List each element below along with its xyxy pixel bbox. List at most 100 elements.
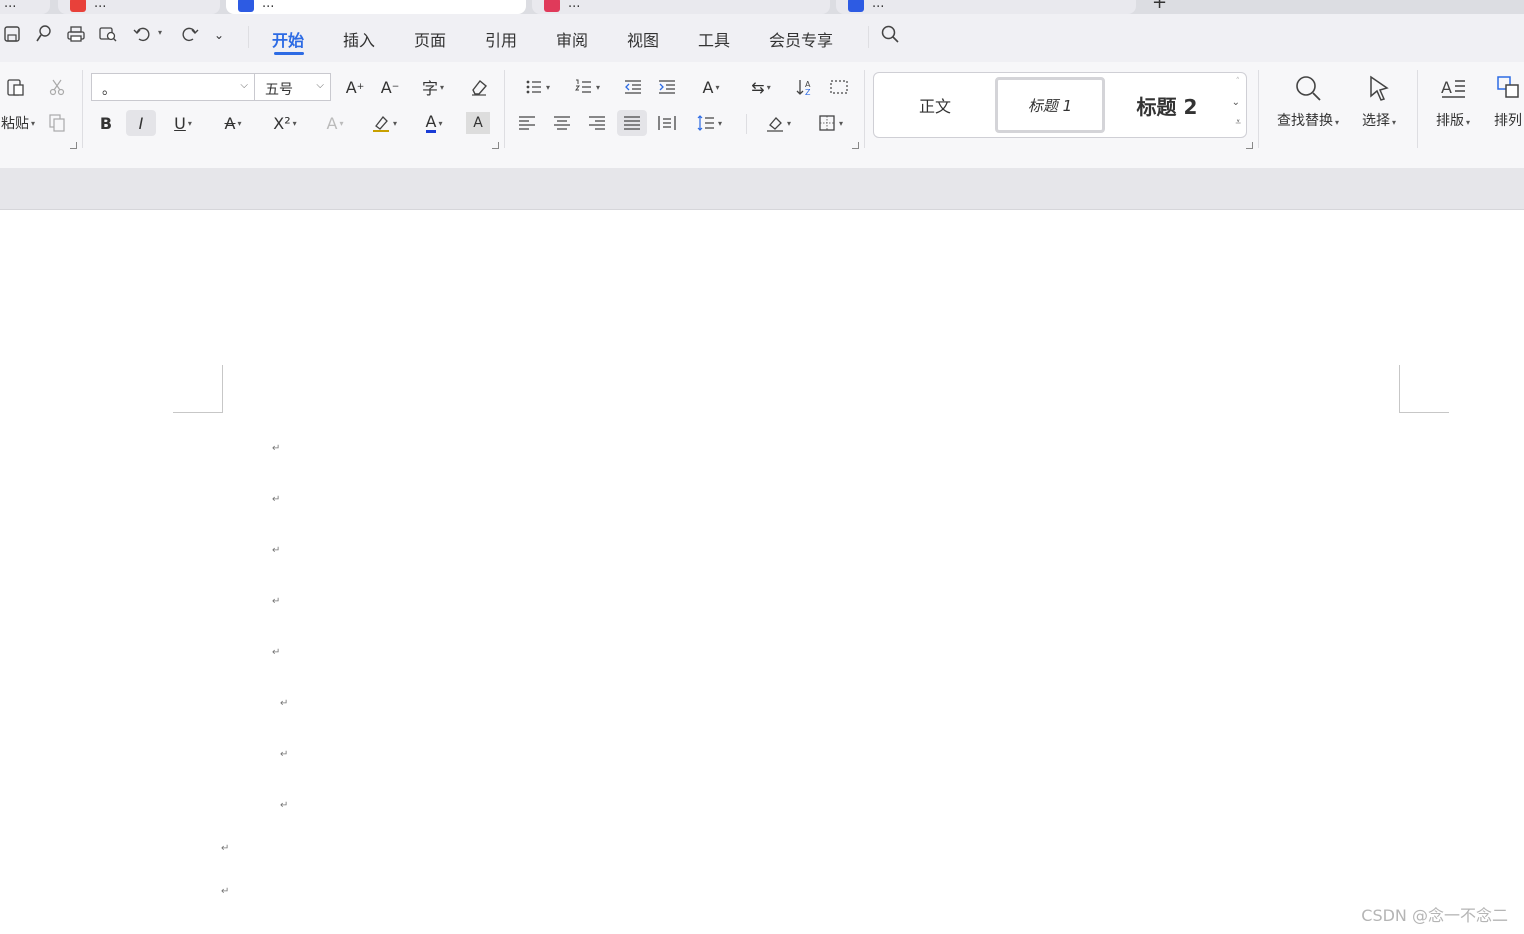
redo-icon[interactable] [180,24,202,46]
styles-expand-icon[interactable]: ⩡ [1235,117,1241,128]
copy-icon[interactable] [42,110,72,136]
menu-tab-review[interactable]: 审阅 [556,27,588,51]
show-hide-marks-icon[interactable] [824,74,854,100]
styles-dialog-launcher[interactable] [1246,142,1253,149]
bold-button[interactable]: B [91,110,121,136]
strikethrough-glyph: A [224,113,236,133]
menu-tab-view[interactable]: 视图 [627,27,659,51]
ppt-file-icon [544,0,560,12]
decrease-font-size-icon[interactable]: A − [375,74,405,100]
save-icon[interactable] [2,24,24,46]
menu-tab-member[interactable]: 会员专享 [769,27,833,51]
document-tab-2[interactable]: ... [58,0,220,14]
text-direction-icon[interactable]: A ▾ [692,74,730,100]
search-icon[interactable] [880,24,902,46]
document-page[interactable]: ↵ ↵ ↵ ↵ ↵ ↵ ↵ ↵ ↵ ↵ [0,210,1524,934]
distributed-align-icon[interactable] [652,110,682,136]
layout-button[interactable]: A 排版 ▾ [1426,74,1480,130]
document-tab-1[interactable]: ... [0,0,50,14]
style-heading-2[interactable]: 标题 2 [1112,77,1222,133]
text-layout-icon: A [1441,78,1465,98]
document-tab-4[interactable]: ... [532,0,830,14]
font-size-select[interactable]: 五号 ⌵ [254,73,331,101]
layout-label: 排版 [1435,113,1464,129]
borders-icon[interactable]: ▾ [810,110,850,136]
align-center-icon[interactable] [547,110,577,136]
superscript-glyph: X² [273,113,291,133]
decrease-indent-icon[interactable] [618,74,648,100]
increase-font-size-icon[interactable]: A + [340,74,370,100]
paragraph-mark: ↵ [272,596,281,607]
justify-icon[interactable] [617,110,647,136]
line-spacing-icon[interactable]: ▾ [690,110,728,136]
align-right-icon[interactable] [582,110,612,136]
select-label: 选择 [1361,113,1390,129]
arrange-button[interactable]: 排列 [1488,74,1524,130]
sort-icon[interactable]: AZ [790,74,820,100]
chevron-down-icon: ⌵ [316,80,324,91]
font-name-select[interactable]: 。 ⌵ [91,73,255,101]
menu-tab-page[interactable]: 页面 [414,27,446,51]
ruler-band [0,168,1524,210]
format-painter-icon[interactable] [34,24,56,46]
tab-title: ... [94,0,107,11]
increase-indent-icon[interactable] [652,74,682,100]
tab-title: ... [4,0,17,11]
bullet-list-icon[interactable]: ▾ [518,74,556,100]
print-icon[interactable] [66,24,88,46]
paragraph-mark: ↵ [280,800,289,811]
new-tab-plus-icon[interactable]: + [1152,0,1167,13]
menu-tab-insert[interactable]: 插入 [343,27,375,51]
paragraph-direction-icon[interactable]: ⇆ ▾ [742,74,780,100]
italic-button[interactable]: I [126,110,156,136]
word-file-icon [848,0,864,12]
style-heading-1[interactable]: 标题 1 [995,77,1105,133]
font-color-icon[interactable]: A ▾ [414,110,454,136]
character-shading-icon[interactable]: A [466,112,490,134]
active-tab-indicator [274,52,304,55]
menu-tab-tools[interactable]: 工具 [698,27,730,51]
document-tab-5[interactable]: ... [836,0,1136,14]
undo-icon[interactable]: ▾ [132,24,166,46]
arrange-objects-icon [1497,76,1519,98]
cut-icon[interactable] [42,74,72,100]
styles-scroll-up-icon[interactable]: ˄ [1236,77,1241,87]
paste-icon[interactable] [0,74,30,100]
svg-text:A: A [1441,78,1452,97]
paste-label: 粘贴 [0,116,29,132]
underline-button[interactable]: U ▾ [164,110,202,136]
crop-mark-top-right [1399,365,1400,413]
pdf-file-icon [70,0,86,12]
text-effect-icon[interactable]: A ▾ [316,110,354,136]
menu-tab-home[interactable]: 开始 [272,27,304,51]
find-replace-label: 查找替换 [1276,113,1333,129]
styles-scroll-down-icon[interactable]: ⌄ [1232,97,1240,108]
menu-tab-references[interactable]: 引用 [485,27,517,51]
highlight-color-icon[interactable]: ▾ [364,110,404,136]
paragraph-mark: ↵ [280,698,289,709]
strikethrough-button[interactable]: A ▾ [214,110,252,136]
paragraph-mark: ↵ [280,749,289,760]
paragraph-mark: ↵ [272,545,281,556]
chevron-down-icon[interactable]: ⌄ [214,28,236,50]
paste-button[interactable]: 粘贴 ▾ [0,110,36,136]
superscript-button[interactable]: X² ▾ [264,110,306,136]
clipboard-dialog-launcher[interactable] [70,142,77,149]
align-left-icon[interactable] [512,110,542,136]
numbered-list-icon[interactable]: ▾ [568,74,606,100]
style-normal[interactable]: 正文 [880,77,990,133]
select-button[interactable]: 选择 ▾ [1352,74,1406,130]
phonetic-guide-icon[interactable]: 字 ▾ [414,74,452,100]
find-magnifier-icon [1296,76,1321,101]
clear-format-eraser-icon[interactable] [464,74,494,100]
font-dialog-launcher[interactable] [492,142,499,149]
chevron-down-icon: ⌵ [240,80,248,91]
word-file-icon [238,0,254,12]
print-preview-icon[interactable] [98,24,120,46]
svg-text:Z: Z [805,88,811,97]
paragraph-shading-icon[interactable]: ▾ [758,110,798,136]
find-replace-button[interactable]: 查找替换 ▾ [1268,74,1348,130]
paragraph-dialog-launcher[interactable] [852,142,859,149]
paragraph-mark: ↵ [221,843,230,854]
document-tab-3-active[interactable]: ... [226,0,526,14]
